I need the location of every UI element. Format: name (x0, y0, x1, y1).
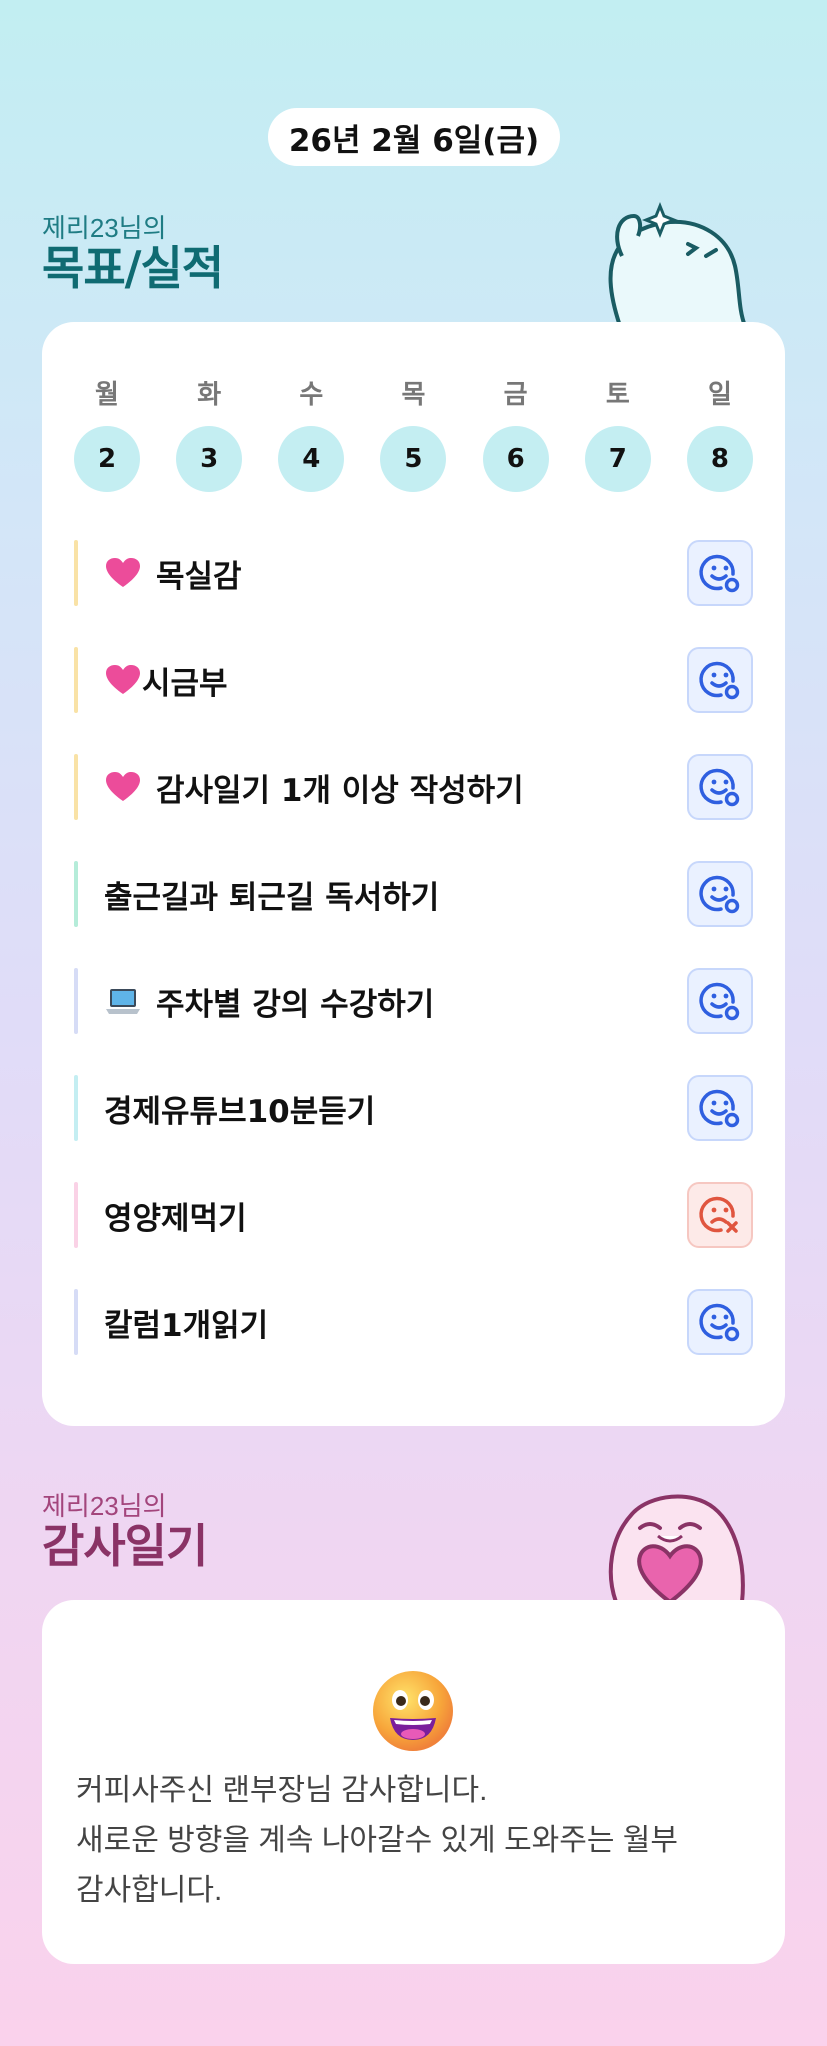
goal-color-bar (74, 540, 78, 606)
heart-icon (104, 665, 142, 695)
day-fri[interactable]: 금 6 (482, 374, 549, 492)
goal-label: 주차별 강의 수강하기 (156, 986, 435, 1023)
goal-color-bar (74, 1289, 78, 1355)
goal-row[interactable]: 영양제먹기 (74, 1182, 753, 1248)
day-number[interactable]: 3 (176, 426, 243, 492)
sad-x-icon (699, 1196, 738, 1233)
goal-label: 영양제먹기 (104, 1200, 247, 1237)
goal-row[interactable]: 경제유튜브10분듣기 (74, 1075, 753, 1141)
day-name: 수 (299, 380, 324, 410)
goal-label-wrap: 출근길과 퇴근길 독서하기 (104, 872, 439, 917)
goal-color-bar (74, 861, 78, 927)
day-mon[interactable]: 월 2 (74, 374, 140, 492)
day-sat[interactable]: 토 7 (584, 374, 651, 492)
day-sun[interactable]: 일 8 (686, 374, 753, 492)
heart-mascot-icon (608, 1494, 745, 1602)
diary-card: 커피사주신 랜부장님 감사합니다. 새로운 방향을 계속 나아갈수 있게 도와주… (42, 1600, 785, 1964)
day-name: 금 (503, 380, 528, 410)
goal-label: 목실감 (156, 558, 242, 595)
goal-label-wrap: 시금부 (104, 658, 228, 703)
day-number[interactable]: 4 (278, 426, 345, 492)
status-success-button[interactable] (687, 1075, 753, 1141)
status-success-button[interactable] (687, 540, 753, 606)
smile-check-icon (699, 875, 740, 914)
goal-label: 경제유튜브10분듣기 (104, 1093, 376, 1130)
goal-label: 감사일기 1개 이상 작성하기 (156, 772, 524, 809)
smile-check-icon (699, 661, 740, 700)
day-name: 토 (605, 380, 630, 410)
smile-check-icon (699, 1303, 740, 1342)
goal-label-wrap: 영양제먹기 (104, 1193, 247, 1238)
goal-label-wrap: 주차별 강의 수강하기 (104, 979, 434, 1024)
week-strip: 월 2 화 3 수 4 목 5 금 6 토 7 일 8 (74, 374, 753, 492)
status-success-button[interactable] (687, 1289, 753, 1355)
goal-label: 출근길과 퇴근길 독서하기 (104, 879, 440, 916)
ghost-mascot-icon (608, 201, 748, 326)
day-wed[interactable]: 수 4 (278, 374, 345, 492)
diary-line: 감사합니다. (76, 1874, 223, 1907)
status-success-button[interactable] (687, 968, 753, 1034)
day-number[interactable]: 6 (482, 426, 549, 492)
day-name: 일 (707, 380, 732, 410)
smile-check-icon (699, 554, 740, 593)
day-name: 목 (401, 380, 426, 410)
goal-label-wrap: 칼럼1개읽기 (104, 1300, 268, 1345)
heart-icon (104, 558, 142, 588)
goal-label: 칼럼1개읽기 (104, 1307, 269, 1344)
goal-row[interactable]: 칼럼1개읽기 (74, 1289, 753, 1355)
goals-card: 월 2 화 3 수 4 목 5 금 6 토 7 일 8 목실감 시금부 감사일기… (42, 322, 785, 1426)
day-tue[interactable]: 화 3 (176, 374, 243, 492)
goal-label-wrap: 목실감 (104, 551, 242, 596)
smile-check-icon (699, 768, 740, 807)
goal-row[interactable]: 목실감 (74, 540, 753, 606)
status-failed-button[interactable] (687, 1182, 753, 1248)
day-name: 월 (95, 380, 119, 410)
laptop-icon (104, 986, 142, 1016)
diary-line: 커피사주신 랜부장님 감사합니다. (76, 1774, 488, 1807)
heart-icon (104, 772, 142, 802)
day-number[interactable]: 7 (584, 426, 651, 492)
goal-color-bar (74, 647, 78, 713)
date-label: 26년 2월 6일(금) (268, 108, 560, 166)
goal-label-wrap: 경제유튜브10분듣기 (104, 1086, 375, 1131)
goal-row[interactable]: 감사일기 1개 이상 작성하기 (74, 754, 753, 820)
day-number[interactable]: 5 (380, 426, 447, 492)
day-number[interactable]: 8 (686, 426, 753, 492)
goal-color-bar (74, 968, 78, 1034)
grinning-face-icon (373, 1671, 453, 1751)
goal-color-bar (74, 754, 78, 820)
day-name: 화 (197, 380, 222, 410)
goal-label-wrap: 감사일기 1개 이상 작성하기 (104, 765, 524, 810)
day-thu[interactable]: 목 5 (380, 374, 447, 492)
smile-check-icon (699, 1089, 740, 1128)
diary-text: 커피사주신 랜부장님 감사합니다. 새로운 방향을 계속 나아갈수 있게 도와주… (76, 1766, 756, 1916)
smile-check-icon (699, 982, 740, 1021)
goals-section-title: 목표/실적 (42, 241, 224, 295)
diary-section-title: 감사일기 (42, 1519, 208, 1573)
status-success-button[interactable] (687, 754, 753, 820)
goal-color-bar (74, 1075, 78, 1141)
status-success-button[interactable] (687, 861, 753, 927)
day-number[interactable]: 2 (74, 426, 140, 492)
diary-line: 새로운 방향을 계속 나아갈수 있게 도와주는 월부 (76, 1824, 679, 1857)
goal-row[interactable]: 출근길과 퇴근길 독서하기 (74, 861, 753, 927)
goal-row[interactable]: 시금부 (74, 647, 753, 713)
goal-color-bar (74, 1182, 78, 1248)
goal-label: 시금부 (142, 665, 228, 702)
status-success-button[interactable] (687, 647, 753, 713)
goal-row[interactable]: 주차별 강의 수강하기 (74, 968, 753, 1034)
